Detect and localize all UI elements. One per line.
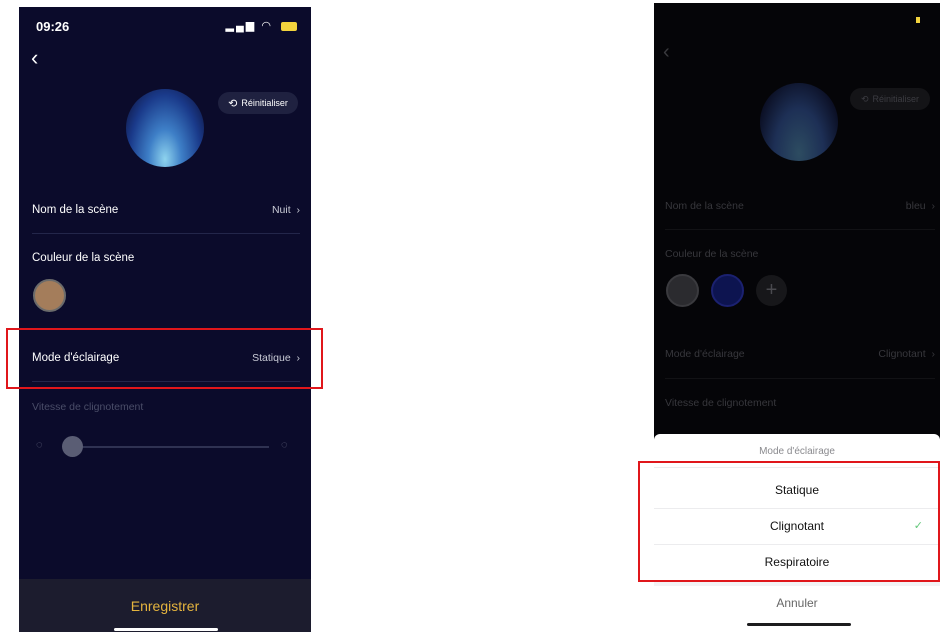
plus-icon: +	[765, 279, 778, 301]
scene-color-label: Couleur de la scène	[32, 252, 135, 264]
scene-preview-image	[126, 89, 204, 167]
chevron-left-icon[interactable]: ‹	[31, 45, 38, 71]
blink-speed-label: Vitesse de clignotement	[32, 401, 144, 413]
cancel-button[interactable]: Annuler	[654, 586, 940, 620]
annotation-box-options	[638, 461, 940, 582]
scene-name-value: Nuit	[271, 204, 291, 216]
scene-color-swatch-blue[interactable]	[711, 274, 744, 307]
status-icons: ▂▄▆ ◠	[226, 19, 297, 32]
refresh-icon: ⟲	[228, 97, 238, 110]
add-color-button[interactable]: +	[756, 275, 787, 306]
lighting-mode-row[interactable]: Mode d'éclairage Clignotant ›	[665, 334, 935, 374]
blink-speed-slider-track[interactable]	[69, 446, 269, 448]
slow-speed-icon: ◌	[36, 439, 43, 451]
reset-button[interactable]: ⟲ Réinitialiser	[218, 92, 298, 114]
divider	[32, 233, 300, 234]
fast-speed-icon: ◌	[281, 439, 288, 451]
refresh-icon: ⟲	[860, 93, 869, 104]
scene-name-value: bleu	[905, 200, 926, 212]
sheet-title: Mode d'éclairage	[759, 446, 835, 457]
status-bar: 09:26 ▂▄▆ ◠	[19, 7, 311, 41]
signal-icon: ▂▄▆	[225, 20, 257, 32]
battery-icon	[916, 17, 920, 23]
home-indicator	[114, 628, 218, 631]
scene-name-row[interactable]: Nom de la scène Nuit ›	[32, 188, 300, 232]
status-time: 09:26	[36, 19, 70, 34]
divider	[665, 229, 935, 230]
lighting-mode-label: Mode d'éclairage	[665, 348, 745, 360]
chevron-right-icon: ›	[928, 200, 935, 212]
scene-preview-image	[760, 83, 838, 161]
reset-label: Réinitialiser	[241, 98, 288, 108]
home-indicator	[747, 623, 851, 626]
scene-color-swatch-grey[interactable]	[666, 274, 699, 307]
battery-charging-icon	[281, 21, 297, 31]
chevron-right-icon: ›	[928, 348, 935, 360]
divider	[665, 378, 935, 379]
save-label: Enregistrer	[130, 597, 200, 614]
chevron-left-icon[interactable]: ‹	[663, 41, 670, 64]
chevron-right-icon: ›	[293, 204, 300, 216]
scene-name-row[interactable]: Nom de la scène bleu ›	[665, 186, 935, 226]
cancel-label: Annuler	[776, 596, 818, 610]
blink-speed-slider-thumb[interactable]	[62, 436, 83, 457]
scene-color-swatch[interactable]	[33, 279, 66, 312]
scene-color-label: Couleur de la scène	[665, 248, 759, 260]
save-button[interactable]: Enregistrer	[19, 579, 311, 632]
scene-name-label: Nom de la scène	[665, 200, 744, 212]
annotation-box-lighting-mode	[6, 328, 323, 389]
scene-name-label: Nom de la scène	[32, 204, 119, 216]
reset-label: Réinitialiser	[872, 94, 920, 104]
reset-button[interactable]: ⟲ Réinitialiser	[850, 88, 930, 110]
blink-speed-label: Vitesse de clignotement	[665, 397, 777, 409]
scene-editor-screen: 09:26 ▂▄▆ ◠ ‹ ⟲ Réinitialiser Nom de la …	[19, 7, 311, 632]
wifi-icon: ◠	[261, 20, 273, 32]
lighting-mode-value: Clignotant	[878, 348, 926, 360]
